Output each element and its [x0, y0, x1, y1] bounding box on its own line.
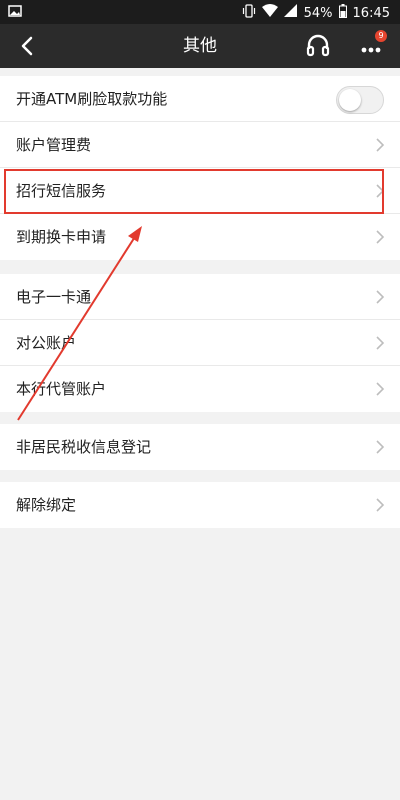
page-title: 其他: [183, 36, 217, 56]
chevron-right-icon: [376, 290, 385, 304]
chevron-right-icon: [376, 138, 385, 152]
row-label: 招行短信服务: [16, 182, 107, 200]
chevron-right-icon: [376, 498, 385, 512]
chevron-right-icon: [376, 230, 385, 244]
status-bar: 54% 16:45: [0, 0, 400, 24]
settings-group-2: 电子一卡通 对公账户 本行代管账户: [0, 274, 400, 412]
row-label: 非居民税收信息登记: [16, 438, 152, 456]
list-item-atm-face: 开通ATM刷脸取款功能: [0, 76, 400, 122]
headset-icon[interactable]: [304, 32, 332, 60]
settings-group-3: 非居民税收信息登记: [0, 424, 400, 470]
settings-group-1: 开通ATM刷脸取款功能 账户管理费 招行短信服务 到期换卡申请: [0, 76, 400, 260]
settings-group-4: 解除绑定: [0, 482, 400, 528]
atm-face-toggle[interactable]: [336, 86, 384, 114]
list-item-tax-registration[interactable]: 非居民税收信息登记: [0, 424, 400, 470]
list-item-card-renewal[interactable]: 到期换卡申请: [0, 214, 400, 260]
list-item-e-card[interactable]: 电子一卡通: [0, 274, 400, 320]
signal-icon: [283, 4, 298, 22]
image-icon: [8, 4, 22, 22]
chevron-right-icon: [376, 440, 385, 454]
chevron-right-icon: [376, 382, 385, 396]
list-item-sms-service[interactable]: 招行短信服务: [0, 168, 400, 214]
row-label: 账户管理费: [16, 136, 92, 154]
notification-badge: 9: [375, 30, 387, 42]
list-item-account-fee[interactable]: 账户管理费: [0, 122, 400, 168]
row-label: 电子一卡通: [16, 288, 92, 306]
toggle-knob: [339, 89, 361, 111]
top-navbar: 其他 9: [0, 24, 400, 68]
row-label: 解除绑定: [16, 496, 77, 514]
chevron-right-icon: [376, 184, 385, 198]
list-item-managed-account[interactable]: 本行代管账户: [0, 366, 400, 412]
chevron-right-icon: [376, 336, 385, 350]
vibrate-icon: [242, 4, 256, 22]
list-item-corporate-account[interactable]: 对公账户: [0, 320, 400, 366]
wifi-icon: [261, 4, 278, 22]
list-item-unbind[interactable]: 解除绑定: [0, 482, 400, 528]
battery-icon: [338, 4, 347, 22]
row-label: 本行代管账户: [16, 380, 107, 398]
battery-percent: 54%: [303, 5, 333, 21]
row-label: 到期换卡申请: [16, 228, 107, 246]
row-label: 开通ATM刷脸取款功能: [16, 90, 168, 108]
row-label: 对公账户: [16, 334, 77, 352]
clock: 16:45: [352, 5, 390, 21]
